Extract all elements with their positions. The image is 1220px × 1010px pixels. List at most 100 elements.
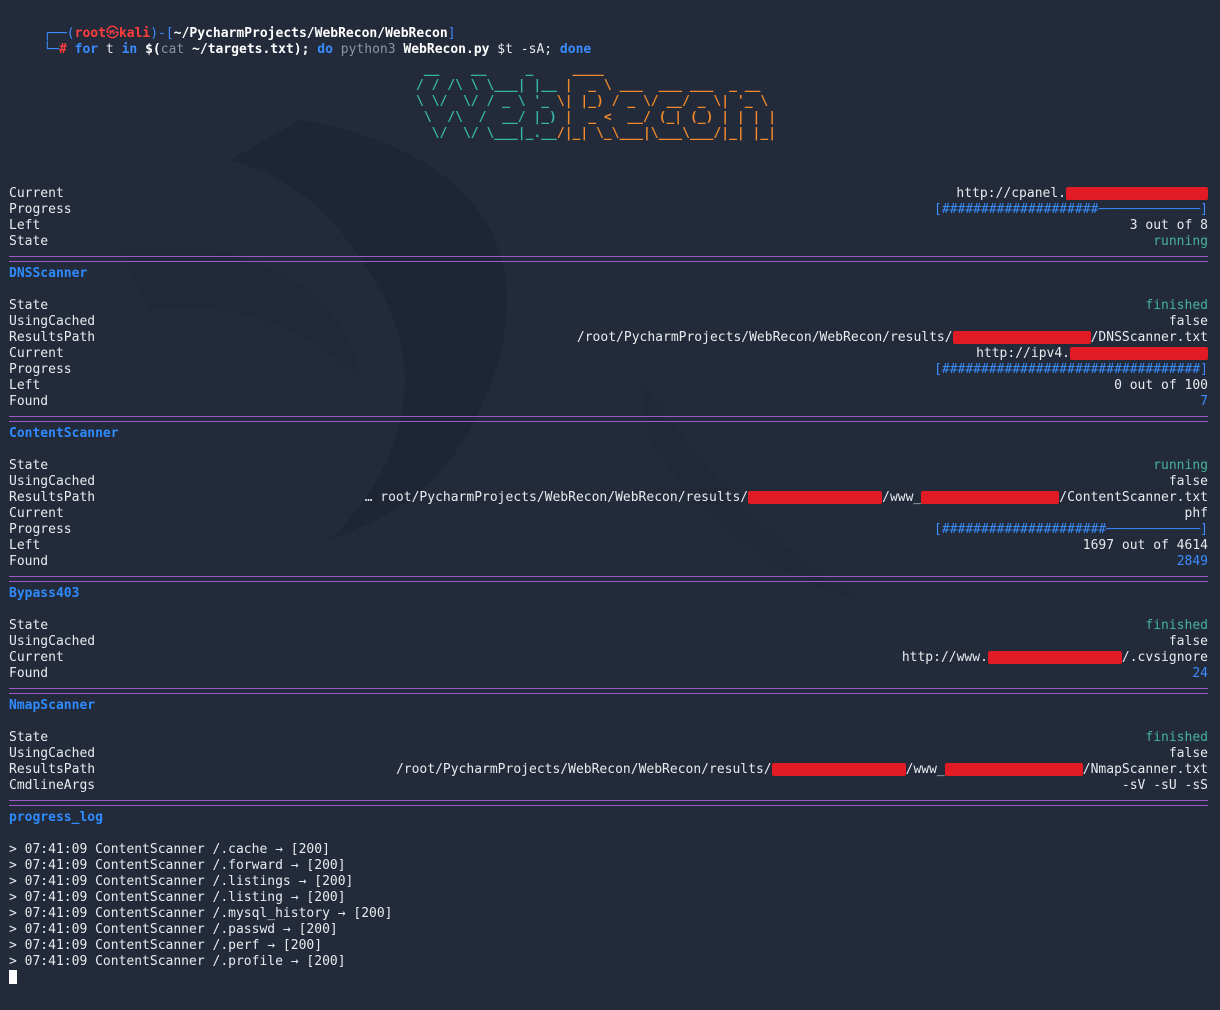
- content-left-row: Left 1697 out of 4614: [9, 538, 1208, 554]
- content-progress-bar: [#####################────────────]: [934, 522, 1208, 537]
- cmd-cat: cat: [160, 42, 185, 57]
- content-results-label: ResultsPath: [9, 490, 96, 505]
- content-left-label: Left: [9, 538, 41, 553]
- dns-results-label: ResultsPath: [9, 330, 96, 345]
- logo-recon-part: ____: [556, 62, 777, 77]
- content-left-value: 1697 out of 4614: [1082, 538, 1208, 553]
- cmd-var: t: [98, 42, 122, 57]
- bypass-state-value: finished: [1145, 618, 1208, 633]
- nmap-state-row: State finished: [9, 730, 1208, 746]
- content-results-prefix: … root/PycharmProjects/WebRecon/WebRecon…: [364, 490, 749, 505]
- log-entry: > 07:41:09 ContentScanner /.perf → [200]: [9, 938, 323, 953]
- bypass-current-value: http://www. /.cvsignore: [902, 650, 1208, 666]
- shell-prompt: ┌──(root㉿kali)-[~/PycharmProjects/WebRec…: [12, 10, 1208, 41]
- log-entry: > 07:41:09 ContentScanner /.listings → […: [9, 874, 354, 889]
- progress-fill: #################################: [941, 362, 1201, 377]
- nmap-results-suffix: /NmapScanner.txt: [1082, 762, 1208, 777]
- terminal-cursor[interactable]: [9, 970, 17, 984]
- logo-recon-part: | _ \ ___ ___ ___ _ __: [556, 78, 777, 93]
- summary-current-value: http://cpanel.: [956, 186, 1208, 202]
- prompt-hash: #: [58, 42, 67, 57]
- section-separator: [9, 416, 1208, 422]
- logo-row: __ __ _ ____: [416, 62, 777, 77]
- dns-cached-label: UsingCached: [9, 314, 96, 329]
- log-entry: > 07:41:09 ContentScanner /.mysql_histor…: [9, 906, 393, 921]
- bypass-state-label: State: [9, 618, 49, 633]
- dns-left-label: Left: [9, 378, 41, 393]
- dns-cached-value: false: [1168, 314, 1208, 329]
- content-current-row: Current phf: [9, 506, 1208, 522]
- redaction-bar: [921, 491, 1060, 504]
- content-results-mid: /www_: [882, 490, 922, 505]
- dns-left-value: 0 out of 100: [1114, 378, 1208, 393]
- content-found-row: Found 2849: [9, 554, 1208, 570]
- summary-left-row: Left 3 out of 8: [9, 218, 1208, 234]
- nmap-args-label: CmdlineArgs: [9, 778, 96, 793]
- cmd-subshell-open: $(: [137, 42, 161, 57]
- logo-recon-part: \| |_) / _ \/ __/ _ \| '_ \: [556, 94, 777, 109]
- summary-progress-bar: [####################─────────────]: [934, 202, 1208, 217]
- nmap-state-value: finished: [1145, 730, 1208, 745]
- content-state-row: State running: [9, 458, 1208, 474]
- nmap-results-prefix: /root/PycharmProjects/WebRecon/WebRecon/…: [395, 762, 772, 777]
- dns-current-row: Current http://ipv4.: [9, 346, 1208, 362]
- dns-progress-bar: [#################################]: [934, 362, 1208, 377]
- nmap-cached-label: UsingCached: [9, 746, 96, 761]
- bypass-found-row: Found 24: [9, 666, 1208, 682]
- progress-empty: ─────────────: [1098, 202, 1201, 217]
- log-entry: > 07:41:09 ContentScanner /.cache → [200…: [9, 842, 330, 857]
- log-entry: > 07:41:09 ContentScanner /.forward → [2…: [9, 858, 346, 873]
- summary-state-value: running: [1153, 234, 1208, 249]
- redaction-bar: [1066, 187, 1208, 200]
- cmd-subshell-close: );: [293, 42, 310, 57]
- logo-row: / / /\ \ \___| |__ | _ \ ___ ___ ___ _ _…: [416, 78, 777, 93]
- redaction-bar: [952, 331, 1091, 344]
- content-cached-row: UsingCached false: [9, 474, 1208, 490]
- cmd-keyword-do: do: [309, 42, 333, 57]
- nmap-results-value: /root/PycharmProjects/WebRecon/WebRecon/…: [396, 762, 1208, 778]
- dns-results-suffix: /DNSScanner.txt: [1090, 330, 1208, 345]
- summary-current-row: Current http://cpanel.: [9, 186, 1208, 202]
- nmap-results-mid: /www_: [905, 762, 945, 777]
- nmap-cached-value: false: [1168, 746, 1208, 761]
- bypass-cached-value: false: [1168, 634, 1208, 649]
- progress-fill: #####################: [941, 522, 1107, 537]
- redaction-bar: [944, 763, 1083, 776]
- section-separator: [9, 256, 1208, 262]
- summary-progress-label: Progress: [9, 202, 72, 217]
- summary-left-value: 3 out of 8: [1129, 218, 1208, 233]
- content-current-value: phf: [1184, 506, 1208, 521]
- cmd-keyword-done: done: [552, 42, 592, 57]
- terminal-window[interactable]: ┌──(root㉿kali)-[~/PycharmProjects/WebRec…: [0, 0, 1220, 1010]
- content-found-label: Found: [9, 554, 49, 569]
- nmap-section-title: NmapScanner: [9, 698, 96, 713]
- dns-state-value: finished: [1145, 298, 1208, 313]
- redaction-bar: [748, 491, 883, 504]
- section-separator: [9, 576, 1208, 582]
- logo-row: \ /\ / __/ |_) | _ < __/ (_| (_) | | | |: [416, 110, 777, 125]
- log-entry: > 07:41:09 ContentScanner /.passwd → [20…: [9, 922, 338, 937]
- dns-progress-row: Progress [##############################…: [9, 362, 1208, 378]
- log-entry: > 07:41:09 ContentScanner /.profile → [2…: [9, 954, 346, 969]
- dns-progress-label: Progress: [9, 362, 72, 377]
- content-results-value: … root/PycharmProjects/WebRecon/WebRecon…: [365, 490, 1208, 506]
- summary-state-label: State: [9, 234, 49, 249]
- dns-current-text: http://ipv4.: [976, 346, 1070, 361]
- logo-recon-part: /|_| \_\___|\___\___/|_| |_|: [556, 126, 777, 141]
- dns-current-label: Current: [9, 346, 64, 361]
- content-progress-row: Progress [#####################─────────…: [9, 522, 1208, 538]
- log-entry: > 07:41:09 ContentScanner /.listing → [2…: [9, 890, 346, 905]
- summary-state-row: State running: [9, 234, 1208, 250]
- dns-state-row: State finished: [9, 298, 1208, 314]
- summary-left-label: Left: [9, 218, 41, 233]
- prompt-corner-bottom: └─: [43, 42, 59, 57]
- cmd-args: $t -sA;: [489, 42, 553, 57]
- content-cached-value: false: [1168, 474, 1208, 489]
- summary-current-text: http://cpanel.: [956, 186, 1066, 201]
- content-found-value: 2849: [1176, 554, 1208, 569]
- nmap-args-row: CmdlineArgs -sV -sU -sS: [9, 778, 1208, 794]
- cmd-script: WebRecon.py: [395, 42, 490, 57]
- dns-left-row: Left 0 out of 100: [9, 378, 1208, 394]
- content-progress-label: Progress: [9, 522, 72, 537]
- section-separator: [9, 688, 1208, 694]
